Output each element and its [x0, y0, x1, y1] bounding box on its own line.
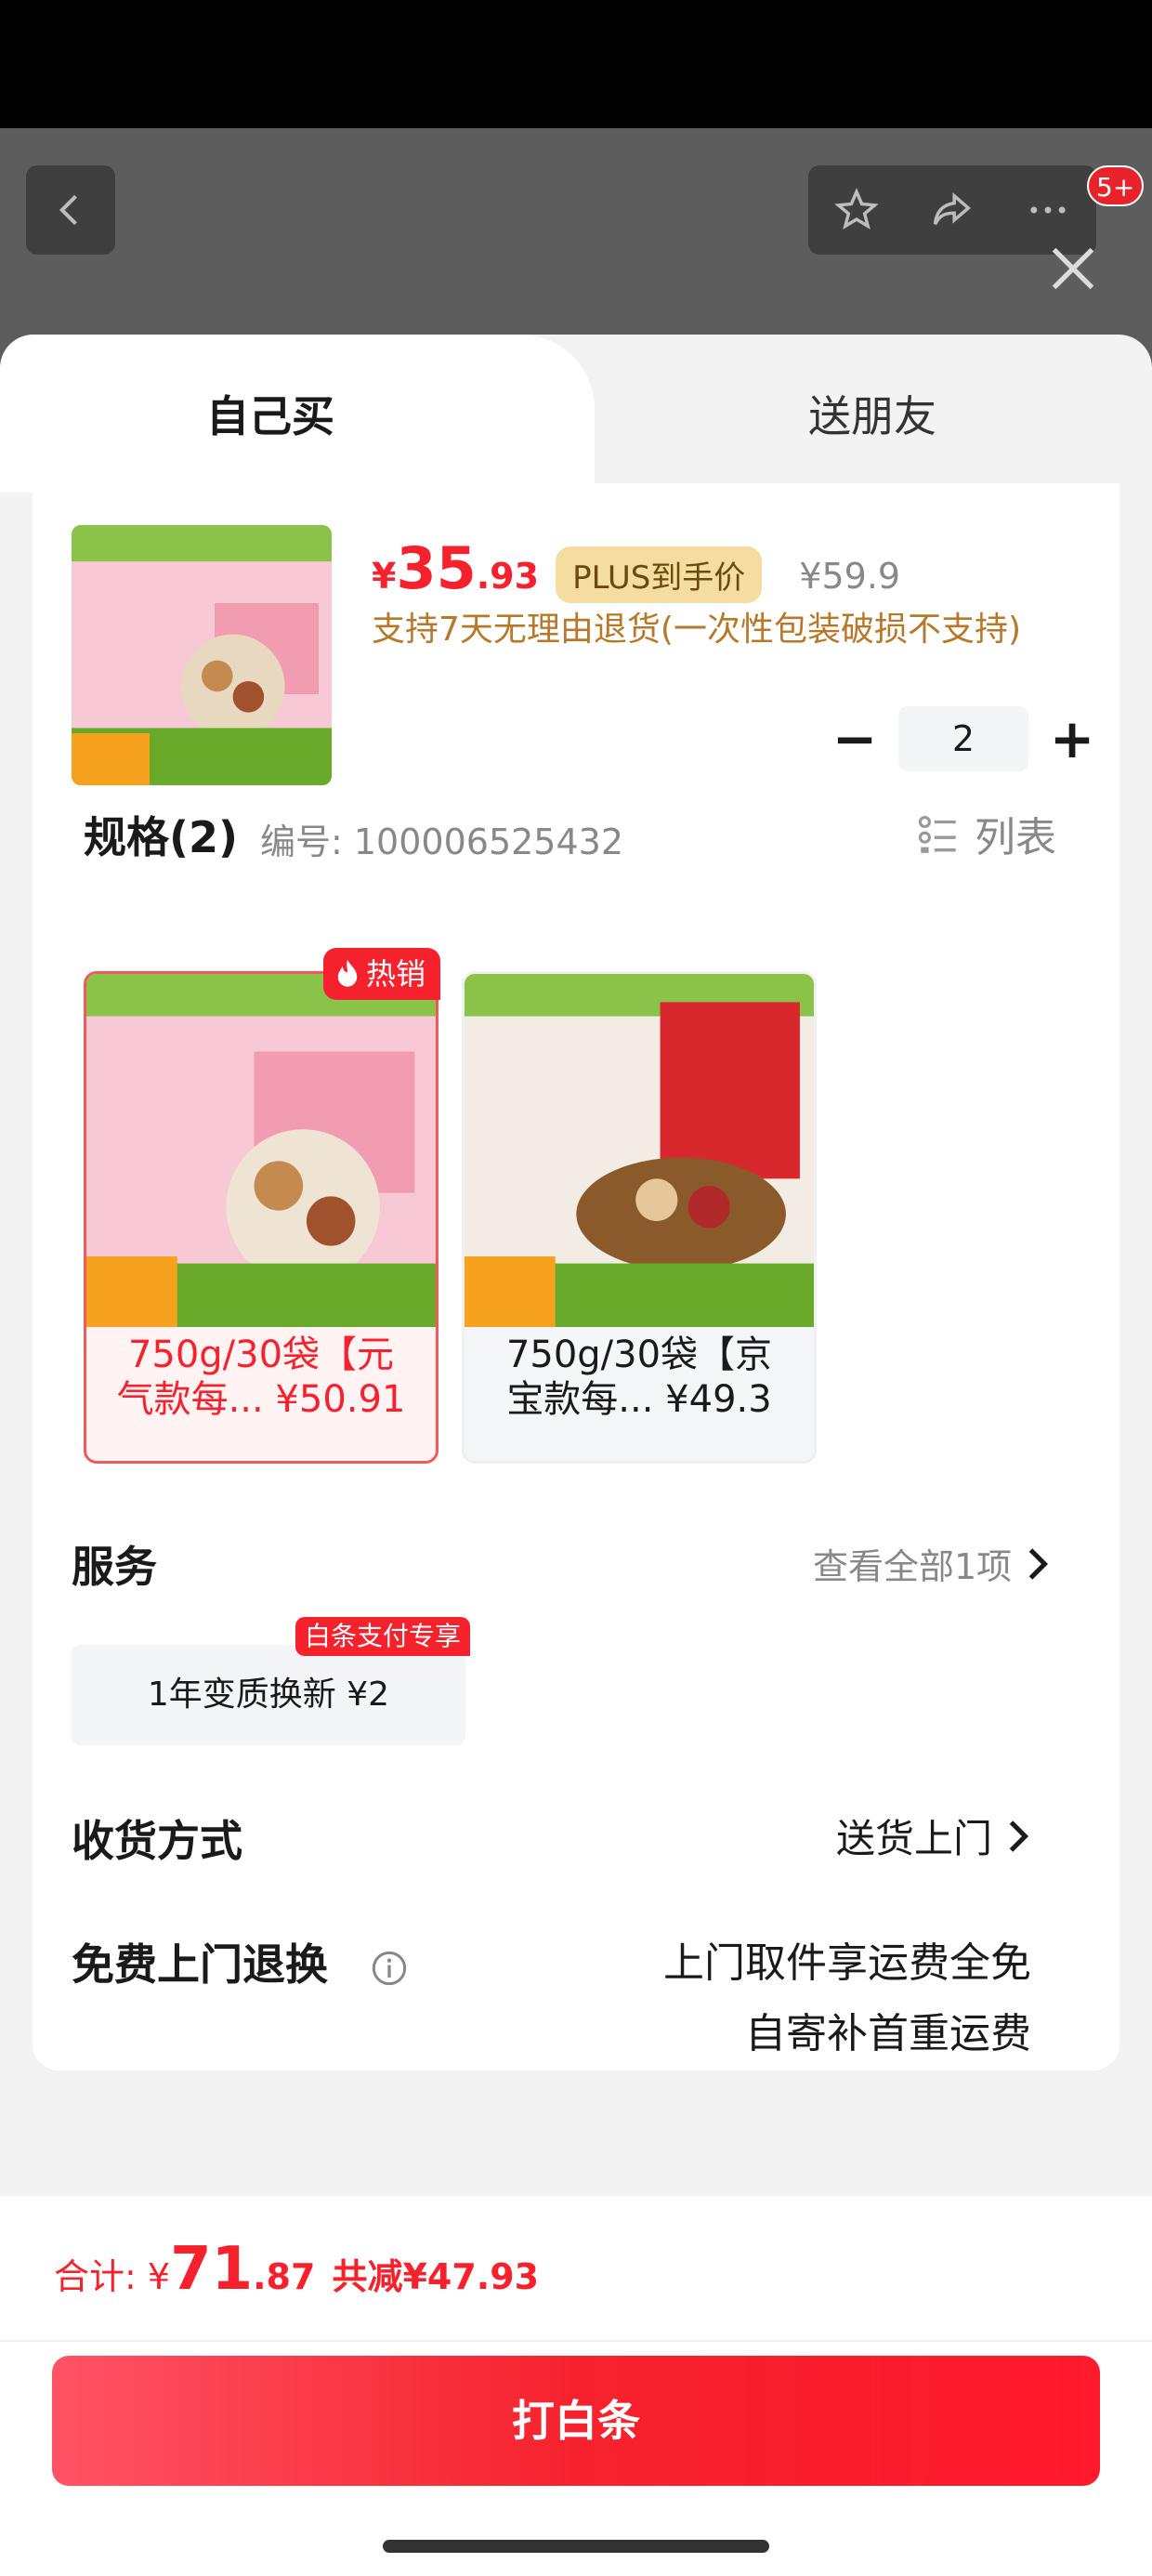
- variant-2-image: [465, 974, 814, 1327]
- service-view-all[interactable]: 查看全部1项: [813, 1538, 1051, 1589]
- back-icon: [59, 194, 77, 226]
- price-row: ¥ 35 .93 PLUS到手价 ¥59.9: [372, 534, 900, 603]
- variant-1-line2: 气款每... ¥50.91: [116, 1378, 406, 1421]
- total-label: 合计: ¥: [54, 2256, 171, 2297]
- list-icon: [918, 815, 956, 853]
- tab-send-friend[interactable]: 送朋友: [808, 383, 936, 444]
- price-decimal: .93: [476, 556, 540, 597]
- variant-2-line1: 750g/30袋【京: [505, 1334, 773, 1376]
- plus-price-tag: PLUS到手价: [556, 546, 763, 603]
- delivery-value: 送货上门: [836, 1816, 993, 1861]
- qty-plus-button[interactable]: +: [1040, 707, 1105, 770]
- service-chip[interactable]: 1年变质换新 ¥2: [72, 1645, 465, 1745]
- free-return-details: 上门取件享运费全免 自寄补首重运费: [557, 1928, 1031, 2070]
- variant-2-text: 750g/30袋【京 宝款每... ¥49.3: [465, 1333, 814, 1422]
- info-icon[interactable]: [371, 1950, 408, 1987]
- list-toggle-label: 列表: [975, 814, 1056, 861]
- chevron-right-icon: [1028, 1547, 1049, 1580]
- tab-self-buy-label: 自己买: [206, 391, 334, 441]
- free-return-line2: 自寄补首重运费: [745, 2010, 1031, 2057]
- divider: [0, 2340, 1152, 2342]
- delivery-selector[interactable]: 送货上门: [836, 1807, 1031, 1864]
- quantity-input[interactable]: 2: [898, 706, 1028, 771]
- spec-title: 规格(2): [84, 812, 239, 862]
- share-icon[interactable]: [928, 186, 976, 234]
- list-view-toggle[interactable]: 列表: [915, 804, 1056, 863]
- total-integer: 71: [170, 2235, 254, 2304]
- close-icon[interactable]: [1041, 236, 1106, 301]
- price-symbol: ¥: [372, 556, 397, 597]
- service-title: 服务: [72, 1542, 157, 1592]
- variant-1-line1: 750g/30袋【元: [127, 1334, 395, 1376]
- more-icon[interactable]: [1024, 186, 1072, 234]
- return-policy-note: 支持7天无理由退货(一次性包装破损不支持): [372, 611, 1021, 649]
- hot-sale-label: 热销: [366, 956, 426, 992]
- delivery-title: 收货方式: [72, 1816, 242, 1866]
- qty-minus-button[interactable]: −: [822, 707, 887, 770]
- price-integer: 35: [396, 534, 477, 602]
- flame-icon: [337, 959, 358, 987]
- bottom-checkout-bar: 合计: ¥ 71 .87 共减¥47.93 打白条: [0, 2196, 1152, 2576]
- home-indicator: [383, 2540, 769, 2553]
- variant-card-2[interactable]: 750g/30袋【京 宝款每... ¥49.3: [462, 971, 817, 1464]
- product-code: 编号: 100006525432: [260, 821, 624, 862]
- free-return-title: 免费上门退换: [72, 1931, 408, 1992]
- pay-with-baitiao-button[interactable]: 打白条: [52, 2356, 1100, 2486]
- tab-self-buy[interactable]: 自己买: [0, 335, 595, 493]
- hot-sale-badge: 热销: [323, 948, 441, 1000]
- product-thumbnail: [72, 525, 332, 785]
- total-discount: 共减¥47.93: [332, 2256, 540, 2297]
- message-badge: 5+: [1087, 165, 1145, 206]
- original-price: ¥59.9: [799, 556, 901, 597]
- chevron-right-icon: [1009, 1820, 1029, 1852]
- variant-2-line2: 宝款每... ¥49.3: [506, 1378, 772, 1421]
- free-return-title-label: 免费上门退换: [72, 1939, 328, 1990]
- free-return-line1: 上门取件享运费全免: [663, 1939, 1031, 1987]
- service-view-all-label: 查看全部1项: [813, 1546, 1013, 1587]
- variant-1-text: 750g/30袋【元 气款每... ¥50.91: [86, 1333, 436, 1422]
- quantity-stepper: − 2 +: [822, 706, 1105, 771]
- back-button[interactable]: [26, 165, 115, 255]
- service-tag: 白条支付专享: [295, 1617, 471, 1656]
- total-decimal: .87: [253, 2256, 316, 2297]
- star-icon[interactable]: [832, 186, 881, 234]
- status-bar: [0, 0, 1152, 128]
- variant-card-1[interactable]: 750g/30袋【元 气款每... ¥50.91: [84, 971, 439, 1464]
- total-row: 合计: ¥ 71 .87 共减¥47.93: [54, 2235, 539, 2304]
- variant-1-image: [86, 974, 436, 1327]
